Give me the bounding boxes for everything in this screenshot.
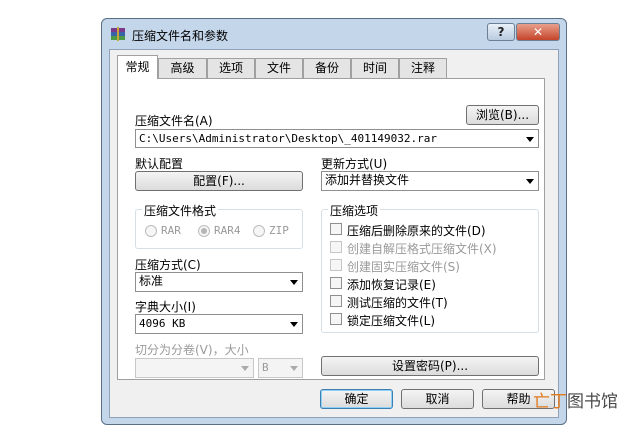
- checkbox-icon[interactable]: [330, 295, 342, 307]
- checkbox-icon[interactable]: [330, 259, 342, 271]
- checkbox-icon[interactable]: [330, 277, 342, 289]
- dropdown-arrow-icon[interactable]: [241, 366, 249, 371]
- format-zip-radio[interactable]: ZIP: [253, 224, 303, 238]
- dialog-title: 压缩文件名和参数: [132, 29, 229, 43]
- dropdown-arrow-icon[interactable]: [526, 179, 534, 184]
- title-bar[interactable]: 压缩文件名和参数 ? ✕: [102, 19, 566, 49]
- dialog-client-area: 常规 高级 选项 文件 备份 时间 注释 压缩文件名(A) 浏览(B)... C…: [109, 49, 559, 418]
- split-volumes-label: 切分为分卷(V)，大小: [135, 343, 249, 357]
- radio-icon[interactable]: [253, 225, 265, 237]
- general-tab-panel: 压缩文件名(A) 浏览(B)... C:\Users\Administrator…: [117, 78, 545, 380]
- dropdown-arrow-icon[interactable]: [290, 322, 298, 327]
- compression-method-value: 标准: [139, 274, 164, 288]
- dropdown-arrow-icon[interactable]: [290, 366, 298, 371]
- cancel-button[interactable]: 取消: [401, 389, 474, 409]
- option-lock-archive-checkbox[interactable]: 锁定压缩文件(L): [330, 312, 530, 328]
- radio-icon[interactable]: [145, 225, 157, 237]
- dictionary-size-label: 字典大小(I): [135, 300, 196, 314]
- tab-comment[interactable]: 注释: [399, 58, 447, 78]
- update-mode-value: 添加并替换文件: [325, 173, 410, 187]
- split-unit-select[interactable]: B: [258, 358, 303, 378]
- compression-method-select[interactable]: 标准: [135, 272, 303, 292]
- archive-name-combo[interactable]: C:\Users\Administrator\Desktop\_40114903…: [135, 129, 539, 148]
- help-titlebar-button[interactable]: ?: [487, 23, 515, 41]
- checkbox-icon[interactable]: [330, 223, 342, 235]
- browse-button[interactable]: 浏览(B)...: [466, 105, 539, 125]
- dropdown-arrow-icon[interactable]: [526, 137, 534, 142]
- dropdown-arrow-icon[interactable]: [290, 280, 298, 285]
- watermark-suffix: 图书馆: [567, 392, 618, 412]
- option-delete-after-checkbox[interactable]: 压缩后删除原来的文件(D): [330, 222, 530, 238]
- archive-name-value: C:\Users\Administrator\Desktop\_40114903…: [139, 132, 438, 145]
- option-recovery-record-checkbox[interactable]: 添加恢复记录(E): [330, 276, 530, 292]
- checkbox-icon[interactable]: [330, 313, 342, 325]
- ok-button[interactable]: 确定: [320, 389, 393, 409]
- format-rar-radio[interactable]: RAR: [145, 224, 205, 238]
- close-button[interactable]: ✕: [516, 23, 560, 41]
- watermark: 亡丁图书馆: [533, 387, 618, 412]
- archive-name-label: 压缩文件名(A): [135, 114, 213, 128]
- option-sfx-checkbox[interactable]: 创建自解压格式压缩文件(X): [330, 240, 530, 256]
- tab-time[interactable]: 时间: [351, 58, 399, 78]
- tab-advanced[interactable]: 高级: [158, 58, 207, 78]
- watermark-prefix: 亡丁: [533, 392, 567, 412]
- update-mode-select[interactable]: 添加并替换文件: [321, 171, 539, 191]
- dialog-window: 压缩文件名和参数 ? ✕ 常规 高级 选项 文件 备份 时间 注释 压缩文件名(…: [101, 18, 567, 425]
- dictionary-size-value: 4096 KB: [139, 317, 186, 330]
- dictionary-size-select[interactable]: 4096 KB: [135, 314, 303, 334]
- radio-selected-icon[interactable]: [198, 225, 210, 237]
- checkbox-icon[interactable]: [330, 241, 342, 253]
- option-test-files-checkbox[interactable]: 测试压缩的文件(T): [330, 294, 530, 310]
- archive-options-label: 压缩选项: [328, 202, 381, 219]
- option-solid-checkbox[interactable]: 创建固实压缩文件(S): [330, 258, 530, 274]
- tab-general[interactable]: 常规: [117, 55, 158, 79]
- profile-label: 默认配置: [135, 157, 184, 171]
- tab-options[interactable]: 选项: [207, 58, 255, 78]
- compression-method-label: 压缩方式(C): [135, 258, 201, 272]
- profiles-button[interactable]: 配置(F)...: [135, 171, 303, 191]
- update-mode-label: 更新方式(U): [321, 157, 388, 171]
- tab-backup[interactable]: 备份: [303, 58, 351, 78]
- split-size-input[interactable]: [135, 358, 254, 378]
- format-rar4-radio[interactable]: RAR4: [198, 224, 258, 238]
- set-password-button[interactable]: 设置密码(P)...: [321, 356, 539, 376]
- winrar-books-icon: [111, 27, 125, 41]
- tab-files[interactable]: 文件: [255, 58, 303, 78]
- archive-format-label: 压缩文件格式: [142, 202, 219, 219]
